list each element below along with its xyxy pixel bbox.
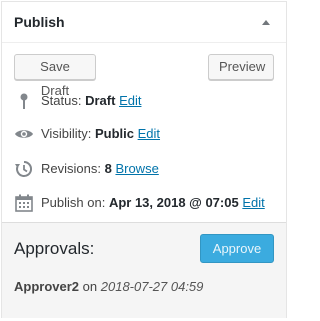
approver-name: Approver2 <box>14 279 80 294</box>
revisions-label: Revisions: <box>41 161 101 176</box>
approval-date: 2018-07-27 04:59 <box>100 279 204 294</box>
revisions-count: 8 <box>104 161 112 176</box>
publish-panel: Publish Save Draft Preview Status: Draft… <box>1 1 287 318</box>
publish-header[interactable]: Publish <box>2 2 286 43</box>
approvals-heading: Approvals: <box>14 239 95 258</box>
calendar-icon <box>14 193 34 213</box>
panel-title: Publish <box>14 14 65 30</box>
revisions-browse-link[interactable]: Browse <box>115 161 158 176</box>
history-icon <box>14 159 34 179</box>
approve-button[interactable]: Approve <box>200 234 274 263</box>
eye-icon <box>14 124 34 144</box>
triangle-up-icon[interactable] <box>256 12 276 32</box>
save-draft-button[interactable]: Save Draft <box>14 54 96 98</box>
publish-on-label: Publish on: <box>41 195 106 210</box>
status-label: Status: <box>41 93 82 108</box>
preview-button[interactable]: Preview <box>208 54 274 80</box>
visibility-label: Visibility: <box>41 126 92 141</box>
approval-on-text: on <box>82 279 98 294</box>
approval-entry: Approver2 on 2018-07-27 04:59 <box>14 279 203 294</box>
status-value: Draft <box>85 93 116 108</box>
publish-on-date: Apr 13, 2018 @ 07:05 <box>108 195 239 210</box>
visibility-value: Public <box>94 126 134 141</box>
publish-on-edit-link[interactable]: Edit <box>242 195 264 210</box>
visibility-edit-link[interactable]: Edit <box>138 126 160 141</box>
pin-icon <box>14 91 34 111</box>
status-edit-link[interactable]: Edit <box>119 93 141 108</box>
approvals-section: Approvals: Approve Approver2 on 2018-07-… <box>2 222 286 318</box>
